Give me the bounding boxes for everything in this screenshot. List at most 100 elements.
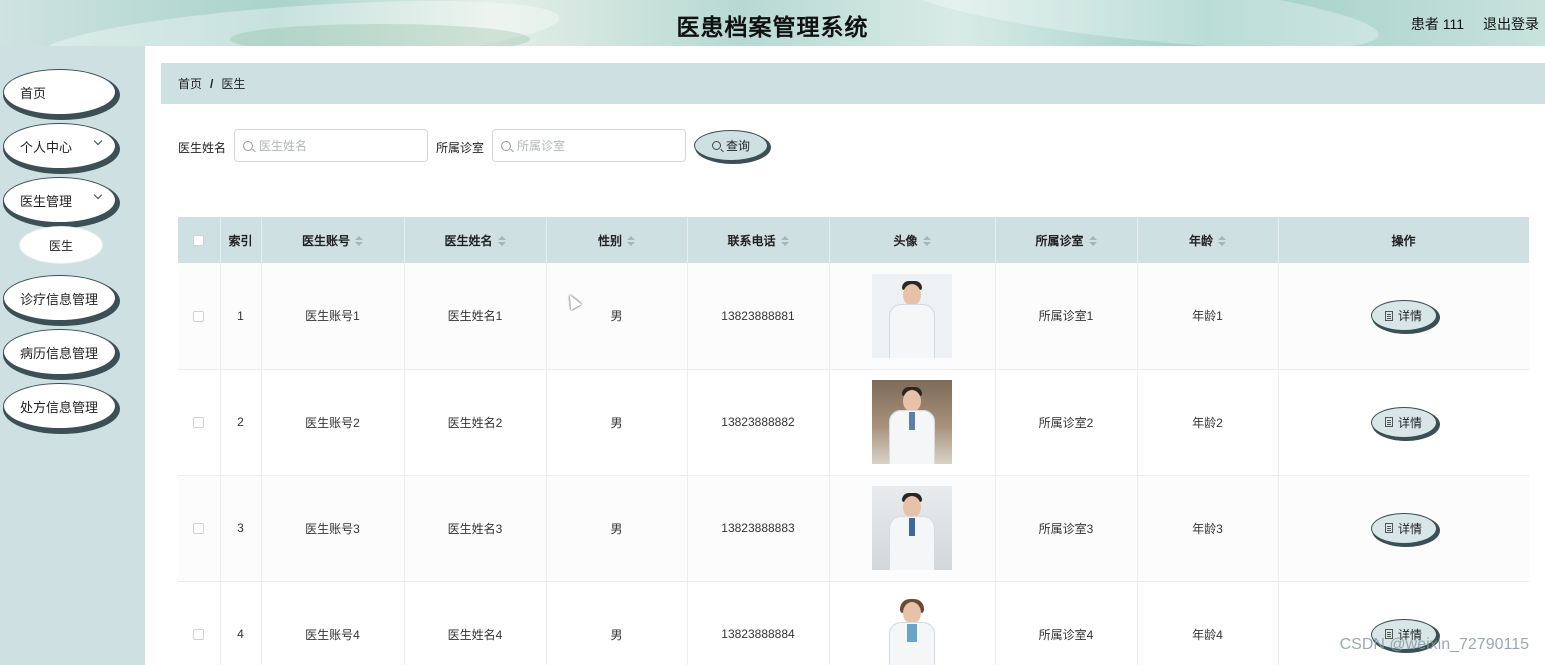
column-header-label: 年龄	[1188, 233, 1213, 248]
cell-phone: 13823888881	[687, 263, 830, 370]
sidebar-item-diagnosis-management[interactable]: 诊疗信息管理	[3, 275, 116, 321]
select-all-cell	[178, 217, 221, 263]
column-header-label: 索引	[228, 233, 253, 248]
chevron-down-icon	[93, 190, 103, 200]
sidebar-subitem-doctor[interactable]: 医生	[20, 227, 102, 263]
sidebar-item-prescription-management[interactable]: 处方信息管理	[3, 383, 116, 429]
detail-button[interactable]: 详情	[1370, 406, 1437, 438]
row-select-cell	[178, 475, 221, 582]
cell-account: 医生账号4	[261, 581, 405, 665]
cell-account: 医生账号3	[261, 475, 405, 582]
sort-icon[interactable]	[780, 236, 789, 247]
cell-index: 2	[220, 369, 262, 476]
cell-avatar	[829, 475, 996, 582]
sort-icon[interactable]	[497, 236, 506, 247]
sort-icon[interactable]	[627, 236, 635, 247]
cell-gender: 男	[546, 475, 688, 582]
cell-phone: 13823888882	[687, 369, 830, 476]
sort-icon[interactable]	[1218, 236, 1226, 247]
column-header-label: 所属诊室	[1035, 233, 1084, 248]
doctor-name-label: 医生姓名	[178, 141, 227, 155]
cell-age: 年龄2	[1137, 369, 1279, 476]
row-checkbox[interactable]	[193, 417, 205, 429]
cell-gender: 男	[546, 369, 688, 476]
clinic-input[interactable]	[517, 138, 677, 153]
cell-name: 医生姓名1	[404, 263, 547, 370]
doctor-name-input[interactable]	[259, 138, 419, 153]
cell-name: 医生姓名3	[404, 475, 547, 582]
cell-phone: 13823888883	[687, 475, 830, 582]
logout-link[interactable]: 退出登录	[1483, 14, 1539, 34]
sidebar-item-doctor-management[interactable]: 医生管理	[3, 177, 116, 223]
table-row: 3 医生账号3 医生姓名3 男 13823888883 所属诊室3 年龄3 详情	[178, 475, 1529, 582]
row-checkbox[interactable]	[193, 311, 205, 323]
cell-account: 医生账号1	[261, 263, 405, 370]
breadcrumb-current: 医生	[221, 77, 246, 91]
search-icon	[501, 140, 511, 151]
sort-icon[interactable]	[922, 236, 931, 247]
cell-index: 3	[220, 475, 262, 582]
cell-gender: 男	[546, 263, 688, 370]
column-header-index: 索引	[220, 217, 262, 263]
column-header-label: 性别	[597, 233, 622, 248]
cell-avatar	[829, 581, 996, 665]
cell-action: 详情	[1278, 263, 1529, 370]
row-select-cell	[178, 581, 221, 665]
table-row: 4 医生账号4 医生姓名4 男 13823888884 所属诊室4 年龄4 详情	[178, 581, 1529, 665]
clinic-label: 所属诊室	[436, 141, 485, 155]
column-header-clinic[interactable]: 所属诊室	[995, 217, 1138, 263]
sidebar-item-label: 处方信息管理	[20, 399, 99, 415]
sort-icon[interactable]	[355, 236, 363, 247]
row-select-cell	[178, 263, 221, 370]
column-header-account[interactable]: 医生账号	[261, 217, 405, 263]
column-header-action: 操作	[1278, 217, 1529, 263]
sort-icon[interactable]	[1088, 236, 1097, 247]
column-header-phone[interactable]: 联系电话	[687, 217, 830, 263]
detail-button[interactable]: 详情	[1370, 512, 1437, 544]
doctor-avatar	[872, 273, 952, 358]
sidebar-item-medical-record-management[interactable]: 病历信息管理	[3, 329, 116, 375]
sidebar-item-home[interactable]: 首页	[3, 69, 116, 115]
sidebar-item-label: 首页	[20, 85, 47, 101]
detail-button-label: 详情	[1397, 309, 1422, 324]
column-header-label: 医生账号	[301, 233, 350, 248]
clinic-field[interactable]	[492, 129, 686, 162]
cell-phone: 13823888884	[687, 581, 830, 665]
search-icon	[243, 140, 253, 151]
row-checkbox[interactable]	[193, 629, 205, 641]
column-header-name[interactable]: 医生姓名	[404, 217, 547, 263]
app-title: 医患档案管理系统	[676, 14, 869, 40]
cell-name: 医生姓名2	[404, 369, 547, 476]
doctor-name-field[interactable]	[234, 129, 428, 162]
query-button[interactable]: 查询	[694, 130, 768, 161]
document-icon	[1384, 310, 1393, 321]
row-checkbox[interactable]	[193, 523, 205, 535]
sidebar-item-label: 病历信息管理	[20, 345, 99, 361]
column-header-label: 操作	[1391, 233, 1416, 248]
search-icon	[711, 141, 721, 150]
cell-gender: 男	[546, 581, 688, 665]
detail-button[interactable]: 详情	[1370, 300, 1437, 332]
select-all-checkbox[interactable]	[193, 235, 205, 247]
cell-index: 4	[220, 581, 262, 665]
query-button-label: 查询	[725, 139, 750, 153]
chevron-down-icon	[93, 136, 103, 146]
column-header-gender[interactable]: 性别	[546, 217, 688, 263]
sidebar-item-label: 医生管理	[20, 193, 73, 209]
cell-name: 医生姓名4	[404, 581, 547, 665]
row-select-cell	[178, 369, 221, 476]
doctor-avatar	[872, 380, 952, 464]
table-row: 1 医生账号1 医生姓名1 男 13823888881 所属诊室1 年龄1 详情	[178, 263, 1529, 370]
document-icon	[1384, 417, 1393, 427]
sidebar-item-personal-center[interactable]: 个人中心	[3, 123, 116, 169]
cell-clinic: 所属诊室4	[995, 581, 1138, 665]
breadcrumb-separator: /	[210, 76, 214, 91]
column-header-age[interactable]: 年龄	[1137, 217, 1279, 263]
column-header-avatar[interactable]: 头像	[829, 217, 996, 263]
breadcrumb-home[interactable]: 首页	[178, 75, 202, 92]
cell-account: 医生账号2	[261, 369, 405, 476]
sidebar: 首页 个人中心 医生管理 医生 诊疗信息管理 病历信息管理 处方信息管理	[0, 46, 145, 665]
doctor-avatar	[872, 592, 952, 665]
doctor-table: 索引 医生账号 医生姓名 性别 联系电话 头像 所属诊室 年龄 操作 1 医生账…	[178, 217, 1529, 665]
cell-age: 年龄3	[1137, 475, 1279, 582]
